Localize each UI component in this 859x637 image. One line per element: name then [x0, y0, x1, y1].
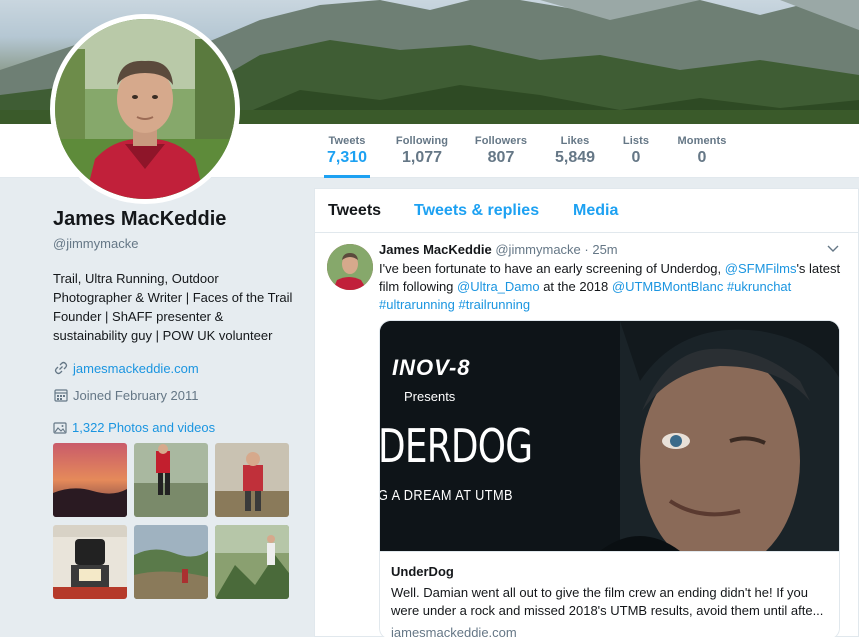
- stat-lists-label: Lists: [622, 135, 650, 147]
- media-thumbnail[interactable]: [134, 525, 208, 599]
- profile-joined-date: Joined February 2011: [73, 387, 199, 403]
- tweet-text: I've been fortunate to have an early scr…: [379, 260, 849, 314]
- media-thumbnail-grid: [53, 443, 293, 599]
- profile-joined-row: Joined February 2011: [53, 387, 293, 403]
- tweet-avatar[interactable]: [327, 244, 373, 290]
- tweet-timestamp[interactable]: · 25m: [584, 242, 617, 257]
- stat-likes[interactable]: Likes 5,849: [552, 124, 598, 178]
- card-title: UnderDog: [391, 564, 454, 579]
- stat-lists[interactable]: Lists 0: [619, 124, 653, 178]
- hashtag-link[interactable]: #trailrunning: [459, 297, 531, 312]
- hashtag-link[interactable]: #ultrarunning: [379, 297, 455, 312]
- tweet-text-part: I've been fortunate to have an early scr…: [379, 261, 725, 276]
- link-icon: [53, 360, 69, 376]
- card-image: INOV-8 Presents DERDOG G A DREAM AT UTMB: [380, 321, 839, 551]
- tab-media[interactable]: Media: [573, 202, 618, 220]
- card-presents-text: Presents: [404, 389, 456, 404]
- profile-avatar[interactable]: [50, 14, 240, 204]
- card-film-subtitle: G A DREAM AT UTMB: [380, 487, 513, 504]
- profile-website-row: jamesmackeddie.com: [53, 360, 293, 376]
- photos-videos-label: 1,322 Photos and videos: [72, 420, 216, 435]
- tweet-text-part: at the 2018: [539, 279, 612, 294]
- stat-likes-value: 5,849: [554, 149, 596, 166]
- profile-website-link[interactable]: jamesmackeddie.com: [73, 361, 199, 376]
- tweet-author-handle[interactable]: @jimmymacke: [495, 242, 580, 257]
- tweet-author-name[interactable]: James MacKeddie: [379, 242, 492, 257]
- card-description: Well. Damian went all out to give the fi…: [391, 585, 824, 618]
- stat-tweets-label: Tweets: [328, 135, 366, 147]
- profile-handle[interactable]: @jimmymacke: [53, 236, 293, 251]
- card-body: UnderDog Well. Damian went all out to gi…: [380, 551, 839, 637]
- chevron-down-icon[interactable]: [827, 242, 839, 256]
- hashtag-link[interactable]: #ukrunchat: [727, 279, 791, 294]
- media-thumbnail[interactable]: [134, 443, 208, 517]
- media-thumbnail[interactable]: [215, 525, 289, 599]
- stat-likes-label: Likes: [560, 135, 590, 147]
- stat-following-label: Following: [395, 135, 449, 147]
- timeline-panel: Tweets Tweets & replies Media James MacK…: [314, 188, 859, 637]
- stat-lists-value: 0: [631, 149, 641, 166]
- card-film-title: DERDOG: [380, 419, 533, 473]
- link-preview-card[interactable]: INOV-8 Presents DERDOG G A DREAM AT UTMB…: [379, 320, 840, 637]
- stat-tweets-value: 7,310: [326, 149, 368, 166]
- image-icon: [53, 421, 67, 435]
- stat-followers-label: Followers: [474, 135, 528, 147]
- profile-photo: [55, 19, 235, 199]
- card-domain: jamesmackeddie.com: [391, 625, 517, 637]
- media-thumbnail[interactable]: [215, 443, 289, 517]
- tweet-header: James MacKeddie @jimmymacke · 25m: [379, 242, 618, 257]
- tab-tweets-replies[interactable]: Tweets & replies: [414, 202, 539, 220]
- photos-videos-link[interactable]: 1,322 Photos and videos: [53, 420, 293, 435]
- stat-following-value: 1,077: [401, 149, 443, 166]
- media-thumbnail[interactable]: [53, 443, 127, 517]
- card-brand-logo: INOV-8: [392, 355, 471, 380]
- profile-name[interactable]: James MacKeddie: [53, 208, 293, 231]
- mention-link[interactable]: @SFMFilms: [725, 261, 797, 276]
- profile-card: James MacKeddie @jimmymacke Trail, Ultra…: [53, 208, 293, 599]
- mention-link[interactable]: @Ultra_Damo: [457, 279, 540, 294]
- media-thumbnail[interactable]: [53, 525, 127, 599]
- calendar-icon: [53, 387, 69, 403]
- stat-tweets[interactable]: Tweets 7,310: [324, 124, 370, 178]
- timeline-tabs: Tweets Tweets & replies Media: [315, 189, 858, 233]
- profile-bio: Trail, Ultra Running, Outdoor Photograph…: [53, 271, 293, 343]
- stat-moments[interactable]: Moments 0: [674, 124, 730, 178]
- stat-moments-label: Moments: [677, 135, 727, 147]
- stat-moments-value: 0: [697, 149, 707, 166]
- mention-link[interactable]: @UTMBMontBlanc: [612, 279, 723, 294]
- stat-followers-value: 807: [487, 149, 515, 166]
- stat-followers[interactable]: Followers 807: [473, 124, 529, 178]
- stat-following[interactable]: Following 1,077: [393, 124, 451, 178]
- tab-tweets[interactable]: Tweets: [328, 202, 381, 220]
